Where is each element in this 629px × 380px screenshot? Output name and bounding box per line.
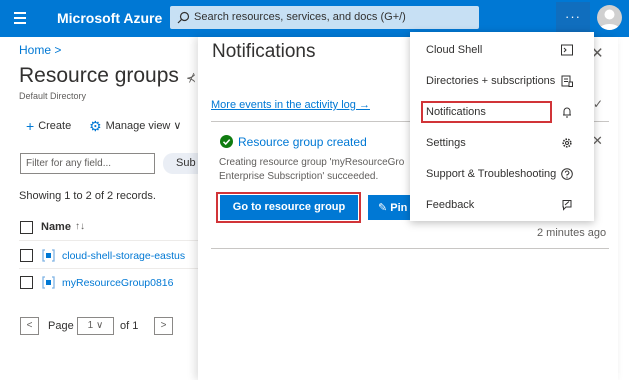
- menu-item-label: Feedback: [426, 199, 475, 211]
- row-checkbox[interactable]: [20, 276, 33, 289]
- column-header-name[interactable]: Name: [41, 221, 71, 233]
- highlight-frame: [421, 101, 552, 123]
- create-label: Create: [38, 120, 72, 132]
- prev-page-button[interactable]: <: [20, 317, 39, 335]
- pin-to-dashboard-button[interactable]: ✎ Pin: [368, 195, 413, 220]
- gear-icon: [562, 138, 572, 148]
- activity-log-link[interactable]: More events in the activity log →: [211, 99, 370, 111]
- brand-title[interactable]: Microsoft Azure: [57, 10, 162, 26]
- pin-icon: ✎: [378, 202, 388, 214]
- resource-group-link[interactable]: myResourceGroup0816: [62, 277, 173, 289]
- select-all-checkbox[interactable]: [20, 221, 33, 234]
- feedback-icon: [562, 200, 572, 211]
- avatar[interactable]: [597, 5, 622, 30]
- row-divider: [19, 240, 198, 241]
- menu-item-label: Cloud Shell: [426, 44, 483, 56]
- sort-icon[interactable]: ↑↓: [75, 221, 85, 232]
- page-select[interactable]: 1 ∨: [77, 317, 114, 335]
- manage-view-button[interactable]: ⚙ Manage view ∨: [89, 118, 181, 135]
- highlight-frame: [216, 192, 361, 223]
- menu-item-feedback[interactable]: Feedback: [410, 189, 594, 220]
- menu-item-label: Support & Troubleshooting: [426, 168, 557, 180]
- filter-input[interactable]: Filter for any field...: [20, 153, 155, 174]
- page-count: of 1: [120, 320, 139, 332]
- menu-item-support[interactable]: Support & Troubleshooting: [410, 158, 594, 189]
- settings-dropdown-menu: Cloud Shell Directories + subscriptions …: [410, 32, 594, 221]
- menu-item-cloud-shell[interactable]: Cloud Shell: [410, 34, 594, 65]
- menu-item-directories[interactable]: Directories + subscriptions: [410, 65, 594, 96]
- menu-item-label: Directories + subscriptions: [426, 75, 556, 87]
- resource-groups-pane: Home > Resource groups ⊀ Default Directo…: [0, 37, 203, 380]
- pin-icon[interactable]: ⊀: [186, 71, 196, 85]
- menu-item-settings[interactable]: Settings: [410, 127, 594, 158]
- create-button[interactable]: + Create: [26, 118, 71, 134]
- divider: [211, 248, 609, 249]
- breadcrumb[interactable]: Home >: [19, 43, 61, 57]
- page-title: Resource groups: [19, 64, 179, 87]
- notification-heading[interactable]: Resource group created: [238, 135, 367, 149]
- question-icon: [561, 168, 573, 180]
- resource-group-icon: [42, 249, 55, 262]
- bell-icon: [563, 107, 571, 118]
- search-input[interactable]: Search resources, services, and docs (G+…: [170, 6, 479, 29]
- row-divider: [19, 268, 198, 269]
- resource-group-icon: [42, 276, 55, 289]
- plus-icon: +: [26, 118, 35, 134]
- subscription-filter-button[interactable]: Sub: [163, 153, 203, 174]
- resource-group-link[interactable]: cloud-shell-storage-eastus: [62, 250, 185, 262]
- row-checkbox[interactable]: [20, 249, 33, 262]
- notification-body: Creating resource group 'myResourceGro E…: [219, 157, 405, 182]
- dismiss-all-icon[interactable]: ✓: [593, 97, 603, 111]
- manage-view-label: Manage view ∨: [105, 120, 182, 132]
- search-placeholder: Search resources, services, and docs (G+…: [194, 11, 406, 23]
- search-icon: [177, 11, 190, 24]
- directory-icon: [561, 75, 573, 87]
- page-label: Page: [48, 320, 74, 332]
- success-check-icon: [220, 135, 233, 148]
- next-page-button[interactable]: >: [154, 317, 173, 335]
- records-count: Showing 1 to 2 of 2 records.: [19, 190, 156, 202]
- more-options-button[interactable]: ···: [556, 2, 590, 35]
- terminal-icon: [561, 44, 573, 56]
- hamburger-menu-icon[interactable]: [12, 9, 32, 27]
- notifications-title: Notifications: [212, 41, 316, 62]
- notification-time: 2 minutes ago: [537, 227, 607, 239]
- menu-item-label: Settings: [426, 137, 466, 149]
- user-icon: [599, 9, 620, 30]
- page-subtitle: Default Directory: [19, 91, 87, 101]
- gear-icon: ⚙: [89, 118, 102, 134]
- pin-label: Pin: [390, 202, 408, 214]
